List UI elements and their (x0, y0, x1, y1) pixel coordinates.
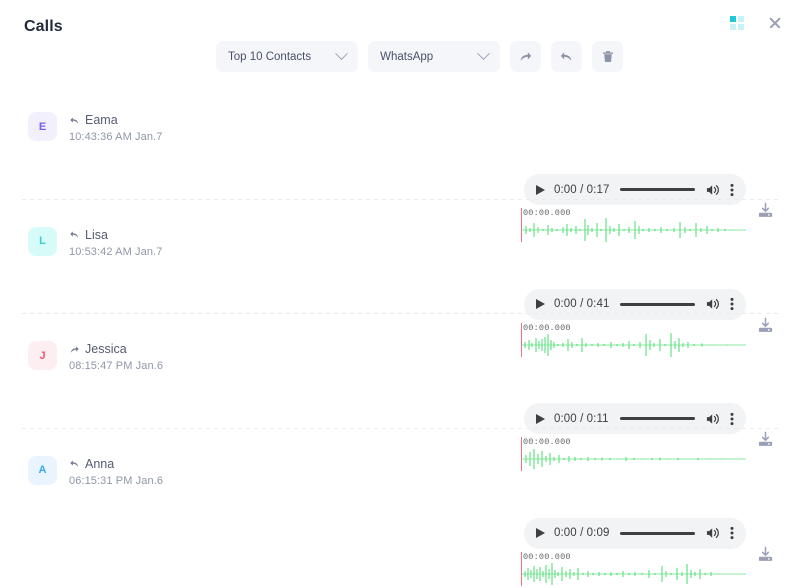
volume-button[interactable] (706, 183, 721, 197)
play-icon[interactable] (536, 184, 545, 195)
source-filter-select[interactable]: WhatsApp (368, 41, 501, 72)
trash-icon (602, 51, 613, 63)
reply-icon (561, 52, 572, 61)
volume-icon (706, 413, 719, 424)
volume-button[interactable] (706, 297, 721, 311)
chevron-down-icon (477, 47, 491, 61)
contact-name: Jessica (85, 342, 127, 356)
calls-list: E Eama 10:43:36 AM Jan.7 0:00 / 0:17 00:… (0, 84, 800, 586)
call-timestamp: 10:53:42 AM Jan.7 (69, 245, 163, 258)
incoming-call-icon (70, 460, 78, 467)
download-icon (758, 546, 773, 561)
player-menu-button[interactable] (730, 526, 734, 540)
outgoing-call-icon (71, 345, 79, 353)
incoming-call-icon (70, 116, 78, 124)
volume-icon (706, 299, 719, 309)
source-filter-label: WhatsApp (380, 50, 434, 63)
player-time: 0:00 / 0:09 (554, 527, 610, 539)
volume-icon (706, 528, 719, 538)
volume-button[interactable] (706, 526, 721, 540)
seek-bar[interactable] (620, 188, 695, 191)
waveform[interactable]: 00:00.000 (520, 551, 748, 588)
play-icon[interactable] (536, 299, 545, 309)
seek-bar[interactable] (620, 531, 695, 535)
play-icon[interactable] (536, 413, 545, 424)
player-menu-button[interactable] (730, 183, 734, 197)
page-title: Calls (24, 18, 63, 35)
kebab-menu-icon (730, 297, 734, 311)
call-timestamp: 06:15:31 PM Jan.6 (69, 474, 164, 487)
close-icon[interactable] (768, 16, 782, 30)
contact-block: A Anna 06:15:31 PM Jan.6 (28, 455, 164, 487)
contact-block: E Eama 10:43:36 AM Jan.7 (28, 112, 162, 143)
kebab-menu-icon (730, 183, 734, 196)
contact-name: Lisa (85, 227, 108, 242)
player-time: 0:00 / 0:17 (554, 183, 610, 196)
contacts-filter-select[interactable]: Top 10 Contacts (216, 41, 359, 72)
reply-button[interactable] (551, 41, 583, 72)
kebab-menu-icon (730, 412, 734, 425)
window-controls (730, 16, 782, 30)
contacts-filter-label: Top 10 Contacts (228, 50, 312, 63)
play-icon[interactable] (536, 528, 545, 538)
avatar: A (28, 455, 57, 485)
table-row[interactable]: E Eama 10:43:36 AM Jan.7 0:00 / 0:17 00:… (0, 84, 800, 242)
player-menu-button[interactable] (730, 297, 734, 311)
call-timestamp: 10:43:36 AM Jan.7 (69, 131, 163, 143)
avatar: E (28, 112, 57, 141)
incoming-call-icon (70, 231, 78, 238)
chevron-down-icon (335, 47, 348, 61)
contact-name: Eama (85, 113, 118, 127)
table-row[interactable]: L Lisa 10:53:42 AM Jan.7 0:00 / 0:41 00:… (0, 198, 800, 357)
call-timestamp: 08:15:47 PM Jan.6 (69, 360, 164, 372)
table-row[interactable]: J Jessica 08:15:47 PM Jan.6 0:00 / 0:11 (0, 313, 800, 471)
grid-icon[interactable] (730, 16, 744, 30)
volume-button[interactable] (706, 412, 721, 426)
avatar: L (28, 226, 57, 256)
audio-player[interactable]: 0:00 / 0:09 (524, 517, 746, 549)
download-button[interactable] (757, 546, 774, 563)
delete-button[interactable] (592, 41, 624, 72)
player-menu-button[interactable] (730, 412, 734, 426)
volume-icon (706, 184, 719, 195)
avatar: J (28, 341, 57, 370)
table-row[interactable]: A Anna 06:15:31 PM Jan.6 0:00 / 0:09 00:… (0, 427, 800, 586)
player-time: 0:00 / 0:11 (554, 412, 609, 425)
waveform-graphic (522, 562, 746, 585)
forward-button[interactable] (510, 41, 542, 72)
player-time: 0:00 / 0:41 (554, 298, 610, 310)
filter-toolbar: Top 10 Contacts WhatsApp (216, 41, 624, 72)
seek-bar[interactable] (619, 417, 695, 420)
contact-block: L Lisa 10:53:42 AM Jan.7 (28, 226, 163, 258)
contact-block: J Jessica 08:15:47 PM Jan.6 (28, 341, 163, 372)
forward-icon (520, 52, 532, 61)
contact-name: Anna (85, 456, 115, 471)
seek-bar[interactable] (620, 302, 695, 306)
window-header: Calls (0, 0, 800, 44)
kebab-menu-icon (730, 526, 734, 540)
